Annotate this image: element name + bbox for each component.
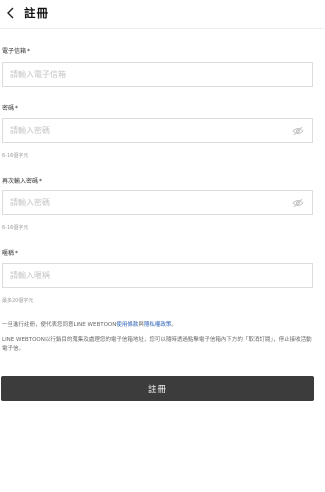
password-hint: 6-16個字元 [2,153,29,159]
password-confirm-label: 再次輸入密碼* [2,176,42,185]
email-field[interactable] [2,62,313,87]
password-label-text: 密碼 [2,105,15,112]
nickname-label: 暱稱* [2,248,18,257]
email-label-text: 電子信箱 [2,48,27,55]
top-bar: 註冊 [0,0,325,29]
password-field[interactable] [2,118,313,143]
email-input[interactable] [10,63,280,86]
page-title: 註冊 [24,6,49,20]
register-button[interactable]: 註冊 [1,376,314,401]
nickname-input[interactable] [10,264,280,287]
required-mark: * [15,105,19,112]
required-mark: * [27,48,31,55]
password-confirm-input[interactable] [10,191,280,214]
chevron-left-icon [7,7,14,19]
required-mark: * [39,178,43,185]
marketing-notice: LINE WEBTOON以行銷目的蒐集及處理您的電子信箱地址，您可以隨時透過點擊… [2,337,312,352]
password-label: 密碼* [2,103,18,112]
privacy-link[interactable]: 隱私權政策 [144,322,172,328]
password-confirm-label-text: 再次輸入密碼 [2,178,39,185]
back-button[interactable] [4,6,18,20]
terms-link[interactable]: 使用條款 [116,322,138,328]
terms-notice-suffix: 。 [171,322,177,328]
nickname-hint: 最多20個字元 [2,298,34,304]
password-confirm-hint: 6-16個字元 [2,225,29,231]
nickname-field[interactable] [2,263,313,288]
eye-off-icon[interactable] [292,198,304,208]
terms-notice-text: 一旦進行註冊，便代表您同意LINE WEBTOON [2,322,117,328]
eye-off-icon[interactable] [292,126,304,136]
password-confirm-field[interactable] [2,190,313,215]
nickname-label-text: 暱稱 [2,250,15,257]
terms-notice: 一旦進行註冊，便代表您同意LINE WEBTOON使用條款與隱私權政策。 [2,321,312,330]
password-input[interactable] [10,119,280,142]
required-mark: * [15,250,19,257]
email-label: 電子信箱* [2,46,30,55]
